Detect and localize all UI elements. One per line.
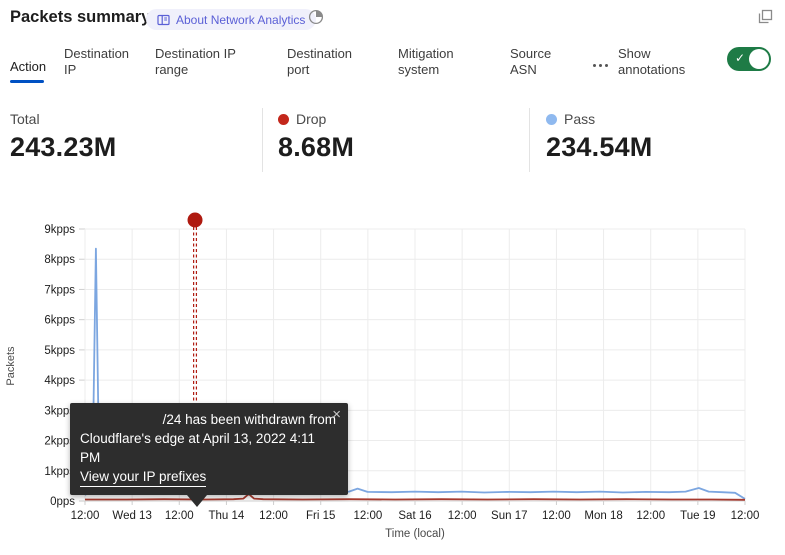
x-tick-label: Wed 13 <box>112 510 151 522</box>
y-tick-label: 0pps <box>50 496 75 508</box>
x-tick-label: 12:00 <box>542 510 571 522</box>
stat-pass: Pass 234.54M <box>546 111 652 163</box>
x-tick-label: 12:00 <box>71 510 100 522</box>
x-tick-label: 12:00 <box>259 510 288 522</box>
more-tabs-button[interactable] <box>593 64 608 67</box>
x-tick-label: Fri 15 <box>306 510 335 522</box>
close-icon[interactable]: × <box>332 405 341 424</box>
x-tick-label: Tue 19 <box>680 510 715 522</box>
y-tick-label: 4kpps <box>44 375 75 387</box>
x-tick-label: Sat 16 <box>398 510 431 522</box>
packets-summary-panel: Packets summary About Network Analytics … <box>0 0 785 555</box>
stat-total-label: Total <box>10 111 40 127</box>
y-tick-label: 6kpps <box>44 315 75 327</box>
tab-mitigation-system[interactable]: Mitigation system <box>398 46 468 78</box>
y-tick-label: 9kpps <box>44 224 75 236</box>
stat-pass-label: Pass <box>564 111 595 127</box>
divider <box>529 108 530 172</box>
toggle-knob <box>749 49 769 69</box>
x-tick-label: 12:00 <box>353 510 382 522</box>
stat-pass-value: 234.54M <box>546 132 652 163</box>
annotation-dot[interactable] <box>188 213 203 228</box>
x-tick-label: Thu 14 <box>209 510 245 522</box>
tooltip-caret <box>187 495 207 507</box>
y-tick-label: 7kpps <box>44 284 75 296</box>
tab-destination-port[interactable]: Destination port <box>287 46 363 78</box>
divider <box>262 108 263 172</box>
packets-time-chart[interactable]: 0pps1kpps2kpps3kpps4kpps5kpps6kpps7kpps8… <box>0 205 785 555</box>
page-title: Packets summary <box>10 8 150 27</box>
tab-source-asn[interactable]: Source ASN <box>510 46 562 78</box>
x-tick-label: 12:00 <box>731 510 760 522</box>
stat-total: Total 243.23M <box>10 111 116 163</box>
about-network-analytics-badge[interactable]: About Network Analytics <box>146 9 316 30</box>
tab-action[interactable]: Action <box>10 59 46 75</box>
tab-destination-ip[interactable]: Destination IP <box>64 46 140 78</box>
show-annotations-label: Show annotations <box>618 46 708 78</box>
x-axis-label: Time (local) <box>315 528 515 540</box>
drop-legend-dot <box>278 114 289 125</box>
tooltip-line1: /24 has been withdrawn from <box>80 410 338 429</box>
book-icon <box>157 14 170 26</box>
view-ip-prefixes-link[interactable]: View your IP prefixes <box>80 467 206 487</box>
tooltip-line2: Cloudflare's edge at April 13, 2022 4:11… <box>80 429 338 467</box>
pass-legend-dot <box>546 114 557 125</box>
x-tick-label: 12:00 <box>636 510 665 522</box>
popout-icon[interactable] <box>758 9 773 29</box>
x-tick-label: 12:00 <box>165 510 194 522</box>
y-tick-label: 5kpps <box>44 345 75 357</box>
stat-drop-label: Drop <box>296 111 326 127</box>
x-tick-label: Mon 18 <box>584 510 622 522</box>
y-tick-label: 8kpps <box>44 254 75 266</box>
check-icon: ✓ <box>735 51 745 65</box>
stat-total-value: 243.23M <box>10 132 116 163</box>
stat-drop: Drop 8.68M <box>278 111 354 163</box>
x-tick-label: 12:00 <box>448 510 477 522</box>
show-annotations-toggle[interactable]: ✓ <box>727 47 771 71</box>
tab-destination-ip-range[interactable]: Destination IP range <box>155 46 247 78</box>
pie-clock-icon[interactable] <box>308 9 324 30</box>
x-tick-label: Sun 17 <box>491 510 527 522</box>
badge-label: About Network Analytics <box>176 13 305 27</box>
stat-drop-value: 8.68M <box>278 132 354 163</box>
annotation-tooltip: × /24 has been withdrawn from Cloudflare… <box>70 403 348 495</box>
